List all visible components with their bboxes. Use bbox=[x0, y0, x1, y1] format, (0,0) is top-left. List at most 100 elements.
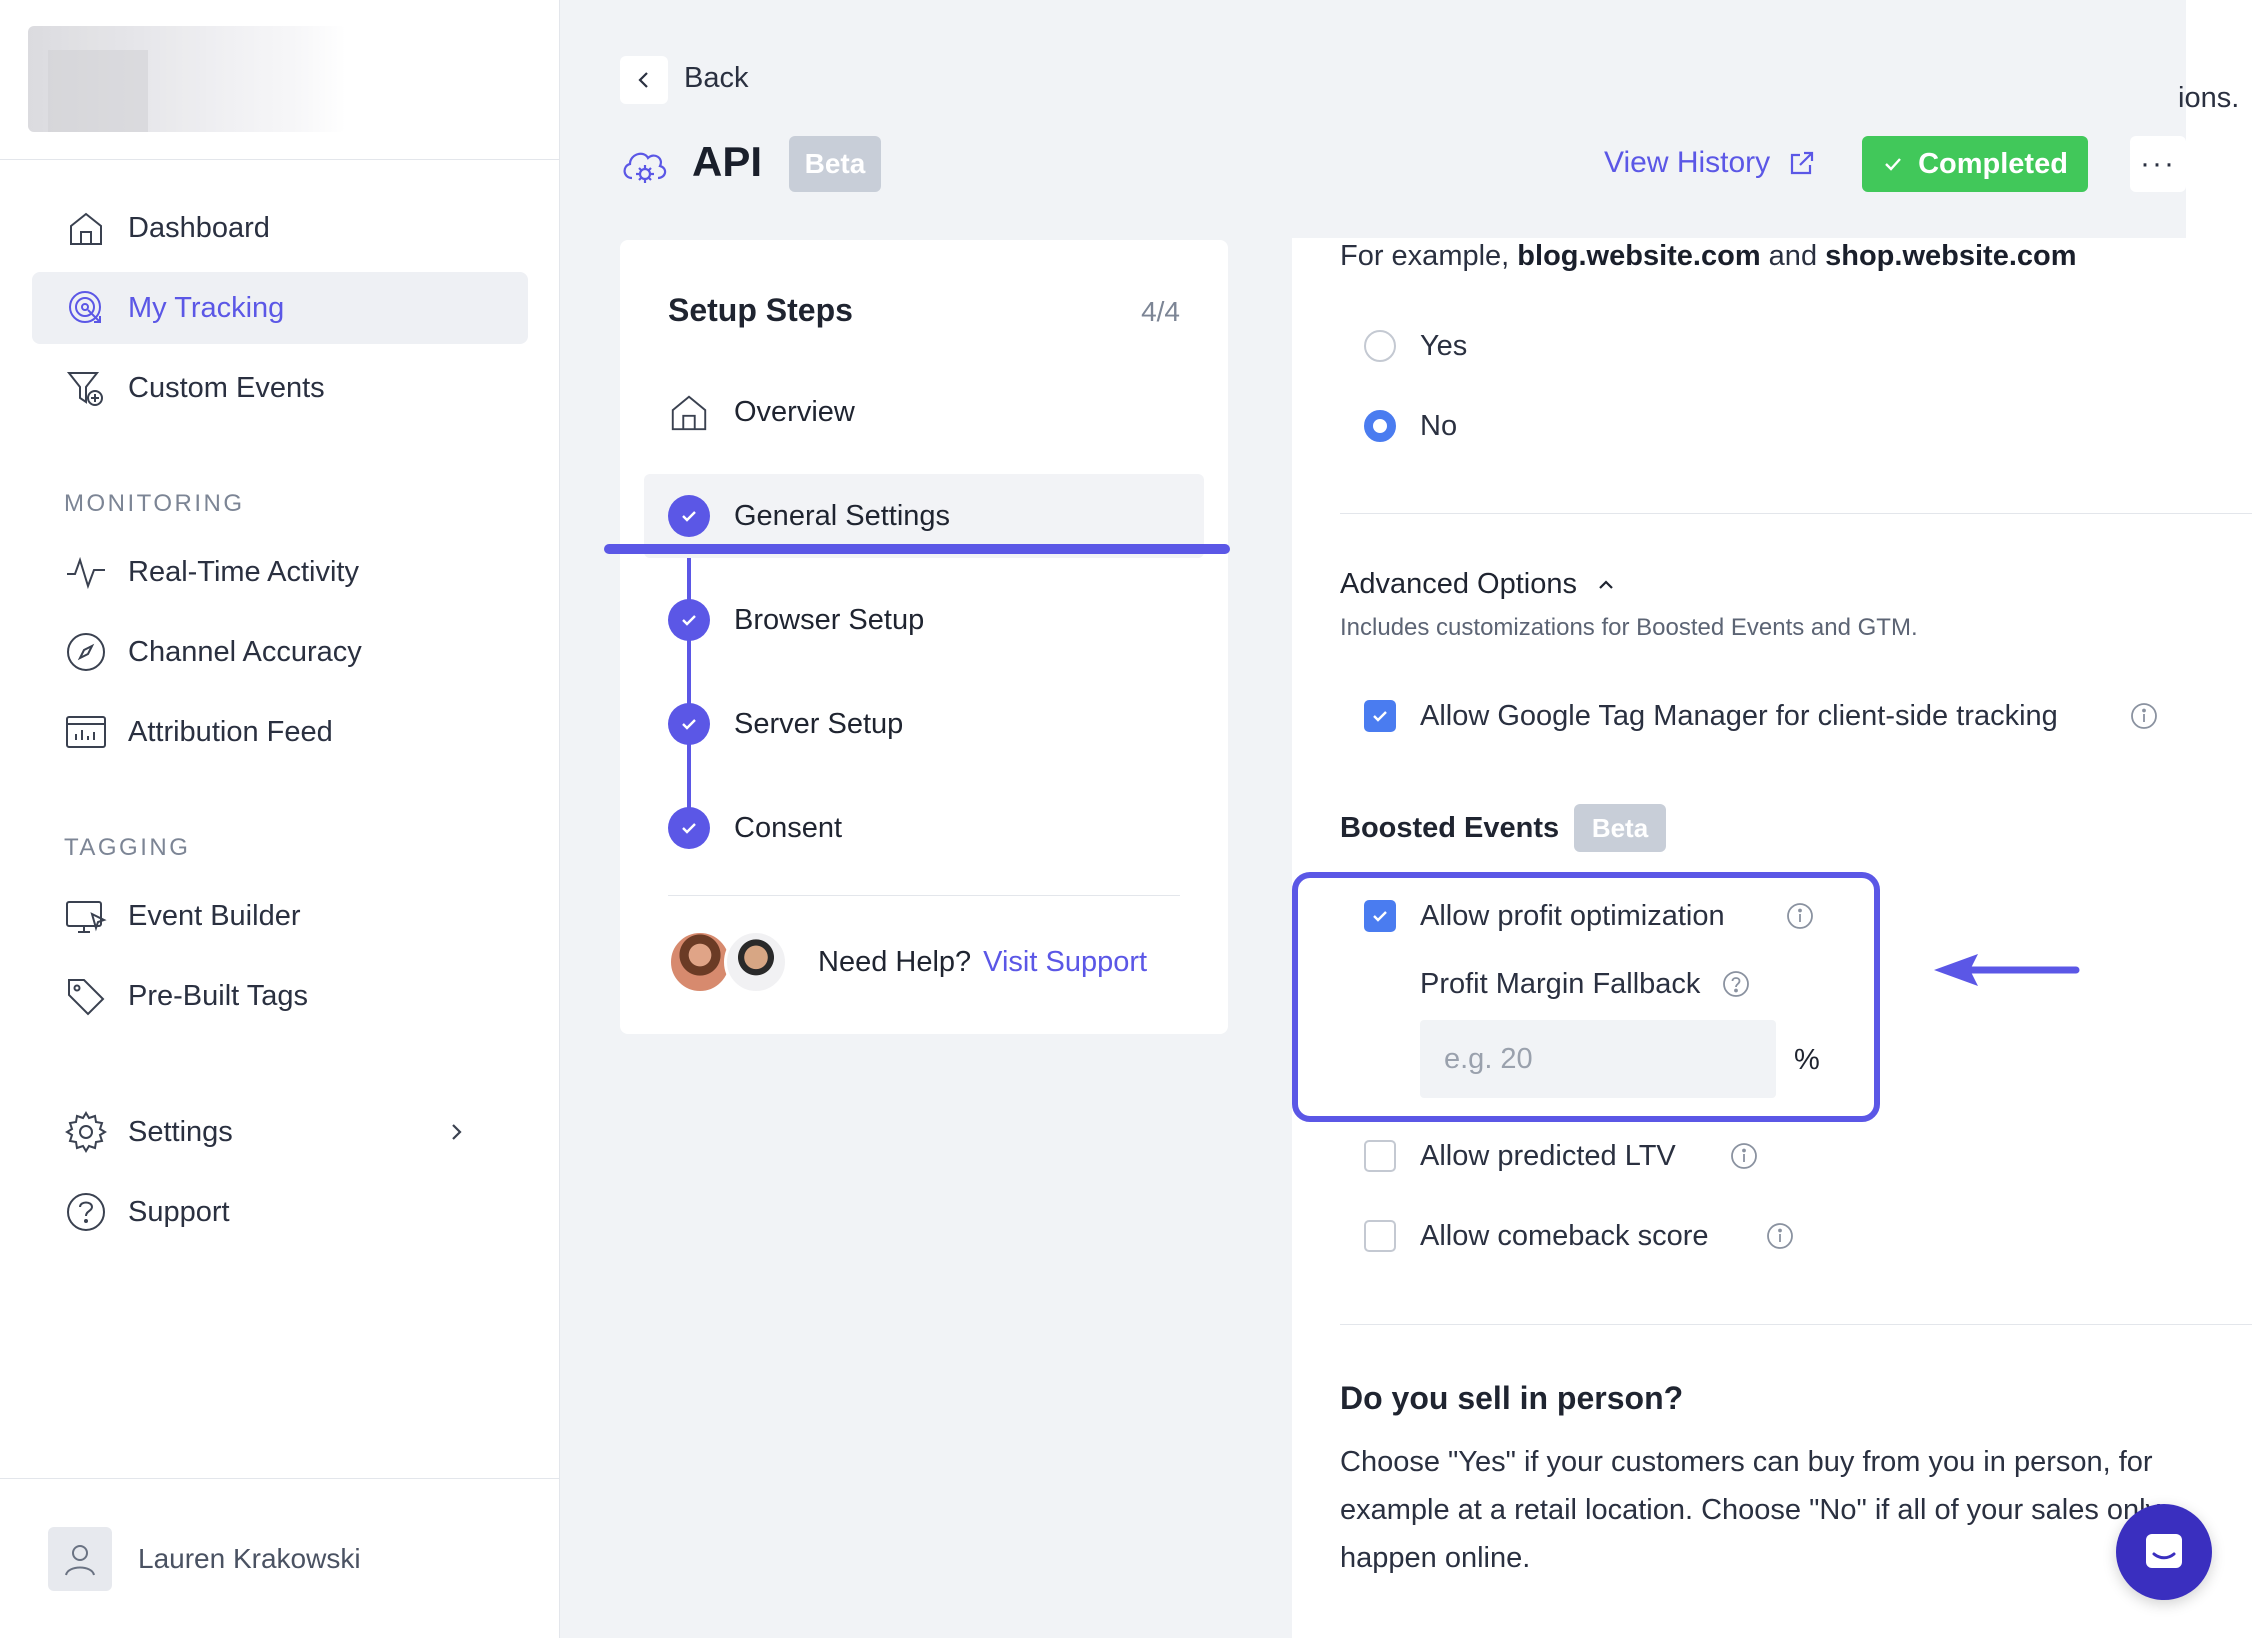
step-consent[interactable]: Consent bbox=[644, 792, 1204, 864]
sidebar-item-my-tracking[interactable]: My Tracking bbox=[32, 272, 528, 344]
sidebar-item-label: My Tracking bbox=[128, 291, 285, 324]
profit-optimization-label[interactable]: Allow profit optimization bbox=[1420, 900, 1725, 933]
logo-area bbox=[0, 0, 560, 160]
sidebar-item-label: Event Builder bbox=[128, 899, 301, 932]
sidebar-item-pre-built-tags[interactable]: Pre-Built Tags bbox=[32, 960, 528, 1032]
back-label[interactable]: Back bbox=[684, 62, 748, 95]
visit-support-link[interactable]: Visit Support bbox=[983, 946, 1147, 979]
boosted-events-title: Boosted Events bbox=[1340, 812, 1560, 844]
radio-yes[interactable] bbox=[1364, 330, 1396, 362]
sidebar-item-real-time-activity[interactable]: Real-Time Activity bbox=[32, 536, 528, 608]
gtm-checkbox[interactable] bbox=[1364, 700, 1396, 732]
header-overflow-area bbox=[2186, 0, 2252, 238]
section-label-tagging: TAGGING bbox=[64, 834, 191, 861]
step-complete-icon bbox=[668, 599, 710, 641]
arrow-left-icon bbox=[1934, 954, 2080, 986]
radio-yes-label[interactable]: Yes bbox=[1420, 330, 1467, 363]
sidebar-item-custom-events[interactable]: Custom Events bbox=[32, 352, 528, 424]
radio-no[interactable] bbox=[1364, 410, 1396, 442]
setup-steps-count: 4/4 bbox=[1141, 296, 1180, 327]
step-highlight-underline bbox=[604, 544, 1230, 554]
advanced-options-title: Advanced Options bbox=[1340, 568, 1577, 600]
feed-icon bbox=[64, 710, 108, 754]
comeback-score-checkbox[interactable] bbox=[1364, 1220, 1396, 1252]
back-button[interactable] bbox=[620, 56, 668, 104]
percent-suffix: % bbox=[1794, 1044, 1820, 1076]
home-icon bbox=[671, 395, 707, 431]
profit-margin-fallback-input[interactable] bbox=[1420, 1020, 1776, 1098]
sidebar-item-label: Dashboard bbox=[128, 211, 270, 244]
tag-icon bbox=[64, 974, 108, 1018]
cloud-gear-icon bbox=[623, 152, 667, 183]
beta-badge: Beta bbox=[1574, 804, 1666, 852]
sidebar-item-dashboard[interactable]: Dashboard bbox=[32, 192, 528, 264]
divider bbox=[1340, 1324, 2252, 1325]
tracking-icon bbox=[64, 286, 108, 330]
beta-badge: Beta bbox=[789, 136, 881, 192]
external-link-icon bbox=[1791, 151, 1814, 175]
user-profile[interactable]: Lauren Krakowski bbox=[0, 1478, 560, 1638]
info-icon[interactable] bbox=[1786, 902, 1814, 930]
info-icon[interactable] bbox=[1730, 1142, 1758, 1170]
support-avatar bbox=[724, 930, 788, 994]
sidebar-item-label: Pre-Built Tags bbox=[128, 979, 308, 1012]
support-avatar bbox=[668, 930, 732, 994]
gtm-label[interactable]: Allow Google Tag Manager for client-side… bbox=[1420, 700, 2058, 733]
divider bbox=[1340, 513, 2252, 514]
step-server-setup[interactable]: Server Setup bbox=[644, 688, 1204, 760]
view-history-label: View History bbox=[1604, 146, 1771, 179]
example-text: For example, blog.website.com and shop.w… bbox=[1340, 240, 2077, 272]
comeback-score-label[interactable]: Allow comeback score bbox=[1420, 1220, 1709, 1253]
sidebar: Dashboard My Tracking Custom Events MONI… bbox=[0, 0, 560, 1638]
info-icon[interactable] bbox=[1766, 1222, 1794, 1250]
sidebar-item-channel-accuracy[interactable]: Channel Accuracy bbox=[32, 616, 528, 688]
step-overview[interactable]: Overview bbox=[644, 376, 1204, 448]
sidebar-item-label: Channel Accuracy bbox=[128, 635, 362, 668]
step-label: Overview bbox=[734, 395, 855, 428]
sidebar-item-label: Attribution Feed bbox=[128, 715, 333, 748]
check-icon bbox=[1885, 158, 1901, 171]
step-complete-icon bbox=[668, 495, 710, 537]
radio-no-label[interactable]: No bbox=[1420, 410, 1457, 443]
step-label: General Settings bbox=[734, 499, 951, 532]
divider bbox=[668, 895, 1180, 896]
page-title: API bbox=[692, 138, 763, 185]
advanced-options-toggle[interactable]: Advanced Options bbox=[1340, 568, 1617, 601]
step-label: Browser Setup bbox=[734, 603, 925, 636]
steps-connector-line bbox=[687, 526, 691, 816]
check-icon bbox=[1373, 911, 1387, 922]
help-circle-icon bbox=[64, 1190, 108, 1234]
sidebar-item-settings[interactable]: Settings bbox=[32, 1096, 528, 1168]
profit-optimization-checkbox[interactable] bbox=[1364, 900, 1396, 932]
completed-button[interactable]: Completed bbox=[1862, 136, 2088, 192]
sell-in-person-title: Do you sell in person? bbox=[1340, 1380, 1684, 1416]
view-history-link[interactable]: View History bbox=[1604, 146, 1816, 180]
chat-icon bbox=[2146, 1534, 2182, 1568]
completed-label: Completed bbox=[1918, 147, 2068, 180]
predicted-ltv-checkbox[interactable] bbox=[1364, 1140, 1396, 1172]
profit-margin-fallback-label: Profit Margin Fallback bbox=[1420, 968, 1701, 1000]
setup-steps-card: Setup Steps 4/4 Overview General Setting… bbox=[620, 240, 1228, 1034]
info-icon[interactable] bbox=[2130, 702, 2158, 730]
setup-steps-title: Setup Steps bbox=[668, 292, 853, 328]
help-circle-icon[interactable] bbox=[1722, 970, 1750, 998]
predicted-ltv-label[interactable]: Allow predicted LTV bbox=[1420, 1140, 1676, 1173]
step-browser-setup[interactable]: Browser Setup bbox=[644, 584, 1204, 656]
gear-icon bbox=[64, 1110, 108, 1154]
chat-launcher-button[interactable] bbox=[2116, 1504, 2212, 1600]
step-label: Consent bbox=[734, 811, 843, 844]
truncated-text: ions. bbox=[2178, 82, 2240, 114]
sidebar-item-event-builder[interactable]: Event Builder bbox=[32, 880, 528, 952]
home-icon bbox=[64, 206, 108, 250]
step-label: Server Setup bbox=[734, 707, 904, 740]
section-label-monitoring: MONITORING bbox=[64, 490, 245, 517]
more-options-button[interactable]: ··· bbox=[2130, 136, 2186, 192]
sidebar-item-label: Settings bbox=[128, 1115, 233, 1148]
avatar bbox=[48, 1526, 112, 1591]
sidebar-item-support[interactable]: Support bbox=[32, 1176, 528, 1248]
sidebar-item-label: Real-Time Activity bbox=[128, 555, 359, 588]
logo bbox=[28, 26, 346, 132]
sidebar-item-attribution-feed[interactable]: Attribution Feed bbox=[32, 696, 528, 768]
sidebar-item-label: Custom Events bbox=[128, 371, 325, 404]
monitor-cursor-icon bbox=[64, 894, 108, 938]
